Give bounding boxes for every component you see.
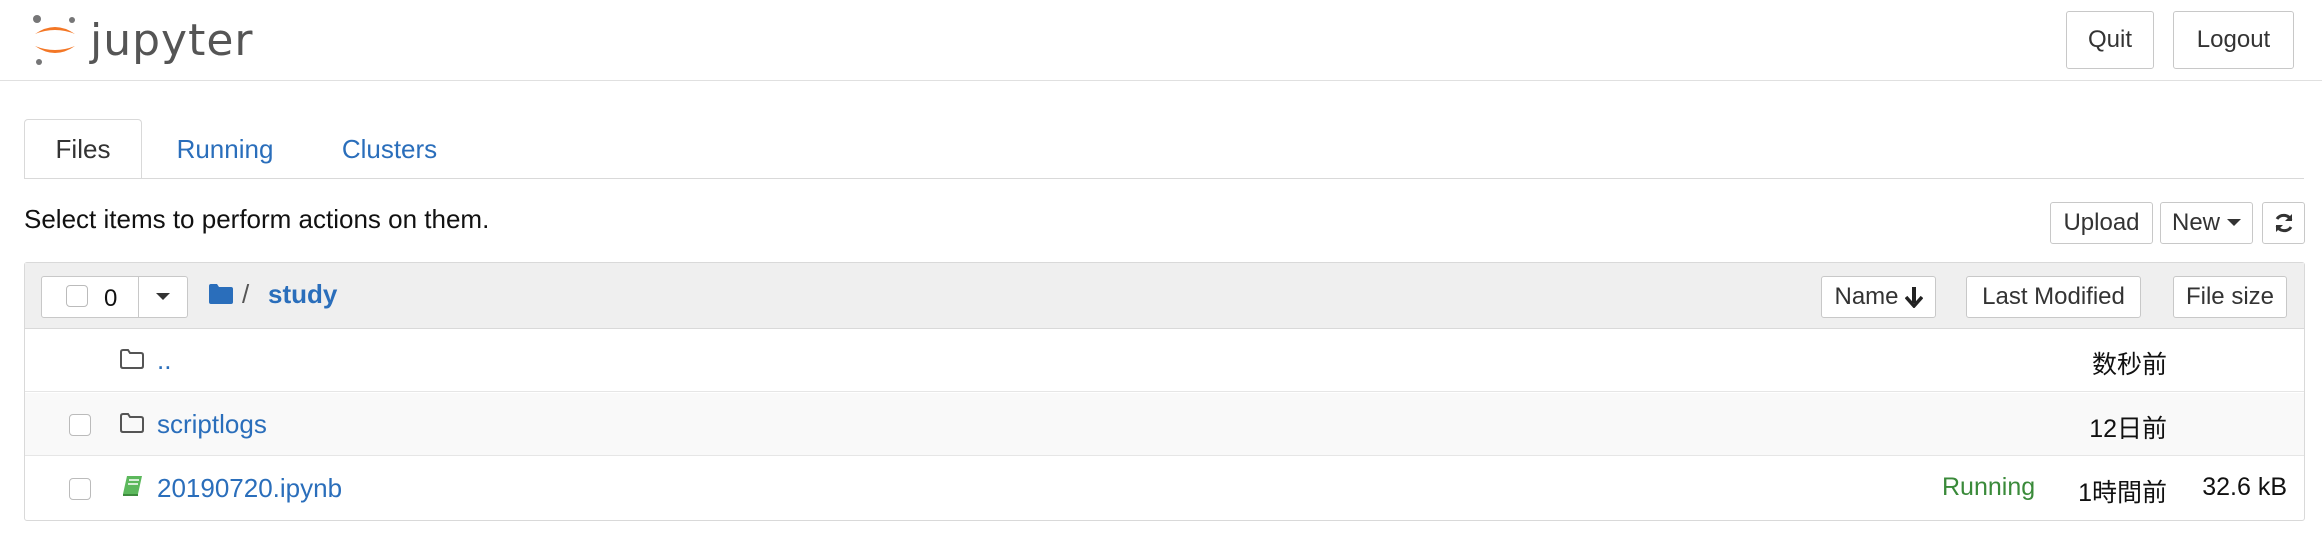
refresh-button[interactable]: [2262, 202, 2305, 244]
item-name-link[interactable]: scriptlogs: [157, 409, 267, 440]
list-item[interactable]: scriptlogs 12日前: [25, 393, 2304, 456]
new-dropdown-button[interactable]: New: [2160, 202, 2253, 244]
item-checkbox[interactable]: [69, 478, 91, 500]
tab-clusters[interactable]: Clusters: [322, 119, 457, 179]
folder-icon: [120, 349, 144, 369]
item-name-link[interactable]: 20190720.ipynb: [157, 473, 342, 504]
arrow-down-icon: [1904, 287, 1923, 308]
refresh-icon: [2275, 213, 2292, 233]
caret-down-icon: [2227, 219, 2242, 226]
item-modified: 1時間前: [2078, 479, 2167, 507]
new-button-label: New: [2172, 209, 2221, 236]
jupyter-logo-icon: [33, 15, 75, 65]
tab-divider: [24, 178, 2304, 179]
select-dropdown-button[interactable]: [139, 276, 188, 318]
select-all-group: 0: [41, 276, 139, 318]
running-status: Running: [1942, 473, 2036, 501]
logo-text: jupyter: [90, 14, 254, 66]
tab-running[interactable]: Running: [160, 119, 290, 179]
quit-button[interactable]: Quit: [2066, 11, 2154, 69]
logout-button[interactable]: Logout: [2173, 11, 2294, 69]
breadcrumb-current[interactable]: study: [268, 279, 337, 310]
sort-size-button[interactable]: File size: [2173, 276, 2287, 318]
folder-solid-icon[interactable]: [208, 283, 234, 305]
jupyter-logo[interactable]: jupyter: [30, 10, 254, 70]
upload-button[interactable]: Upload: [2050, 202, 2153, 244]
selected-count: 0: [104, 285, 118, 312]
breadcrumb-separator: /: [242, 279, 250, 309]
folder-icon: [120, 413, 144, 433]
instructions-text: Select items to perform actions on them.: [24, 204, 490, 234]
file-list-panel: 0 / study Name Last Modified File size .…: [24, 262, 2305, 521]
header-bar: jupyter Quit Logout: [0, 0, 2322, 81]
tab-files[interactable]: Files: [24, 119, 142, 179]
sort-name-button[interactable]: Name: [1821, 276, 1936, 318]
item-name-link[interactable]: ..: [157, 345, 171, 376]
file-list-header: 0 / study Name Last Modified File size: [25, 263, 2304, 329]
item-size: 32.6 kB: [2202, 473, 2287, 501]
sort-name-label: Name: [1834, 283, 1899, 310]
list-item[interactable]: .. 数秒前: [25, 329, 2304, 392]
notebook-icon: [123, 476, 142, 496]
sort-modified-button[interactable]: Last Modified: [1966, 276, 2141, 318]
item-modified: 数秒前: [2091, 351, 2167, 379]
caret-down-icon: [156, 293, 170, 300]
item-modified: 12日前: [2089, 415, 2167, 443]
select-all-checkbox[interactable]: [66, 285, 88, 307]
list-item[interactable]: 20190720.ipynb Running 1時間前 32.6 kB: [25, 457, 2304, 520]
item-checkbox[interactable]: [69, 414, 91, 436]
